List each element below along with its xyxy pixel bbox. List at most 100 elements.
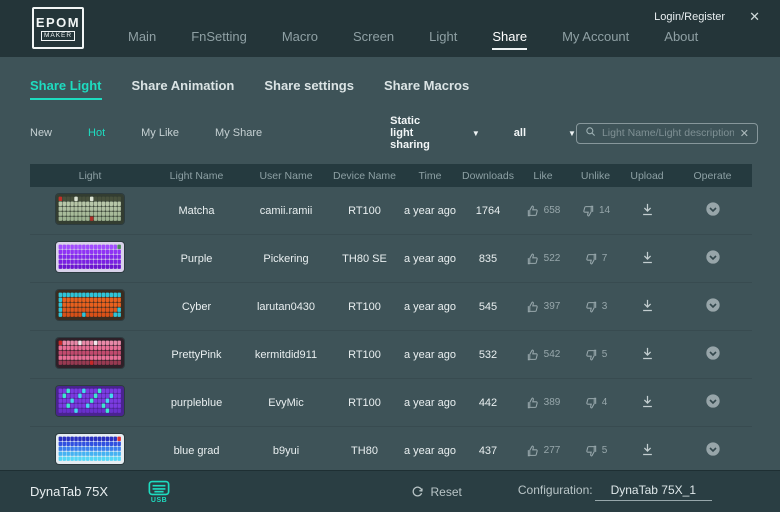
search-input[interactable]	[602, 127, 734, 139]
epomaker-logo: EPOM MAKER	[32, 7, 84, 49]
operate-expand-button[interactable]	[705, 441, 721, 457]
filter-hot[interactable]: Hot	[88, 127, 105, 139]
thumbs-up-icon	[526, 252, 540, 266]
light-preview-thumbnail	[56, 290, 124, 320]
nav-item-light[interactable]: Light	[429, 29, 457, 50]
thumbs-down-icon	[584, 252, 598, 266]
unlike-button[interactable]: 4	[570, 396, 621, 410]
table-row[interactable]: Purple Pickering TH80 SE a year ago 835 …	[30, 235, 752, 283]
download-icon[interactable]	[640, 202, 655, 217]
like-button[interactable]: 542	[516, 348, 570, 362]
table-row[interactable]: blue grad b9yui TH80 a year ago 437 277 …	[30, 427, 752, 475]
download-icon[interactable]	[640, 346, 655, 361]
downloads-count: 1764	[460, 205, 516, 217]
column-header-operate: Operate	[673, 170, 752, 182]
device-filter-dropdown[interactable]: all ▼	[514, 127, 576, 139]
like-button[interactable]: 658	[516, 204, 570, 218]
table-row[interactable]: Cyber larutan0430 RT100 a year ago 545 3…	[30, 283, 752, 331]
table-row[interactable]: PrettyPink kermitdid911 RT100 a year ago…	[30, 331, 752, 379]
nav-item-fnsetting[interactable]: FnSetting	[191, 29, 247, 50]
nav-item-share[interactable]: Share	[492, 29, 527, 50]
unlike-button[interactable]: 14	[570, 204, 621, 218]
thumbs-down-icon	[584, 444, 598, 458]
usb-label: USB	[151, 497, 167, 504]
share-tabs: Share Light Share Animation Share settin…	[30, 78, 750, 100]
like-button[interactable]: 277	[516, 444, 570, 458]
clear-search-icon[interactable]: ✕	[740, 127, 749, 140]
download-icon[interactable]	[640, 394, 655, 409]
download-icon[interactable]	[640, 442, 655, 457]
configuration-label: Configuration:	[518, 483, 593, 497]
thumbs-up-icon	[526, 396, 540, 410]
device-name: RT100	[329, 349, 400, 361]
filter-my-share[interactable]: My Share	[215, 127, 262, 139]
like-count: 542	[544, 349, 561, 360]
like-button[interactable]: 389	[516, 396, 570, 410]
column-header-like: Like	[516, 170, 570, 182]
connected-device-name: DynaTab 75X	[30, 484, 108, 499]
logo-text: EPOM	[36, 16, 80, 29]
thumbs-down-icon	[584, 300, 598, 314]
like-button[interactable]: 397	[516, 300, 570, 314]
column-header-device-name: Device Name	[329, 170, 400, 182]
close-icon[interactable]: ✕	[749, 10, 760, 23]
tab-share-animation[interactable]: Share Animation	[132, 78, 235, 100]
downloads-count: 532	[460, 349, 516, 361]
unlike-count: 7	[602, 253, 608, 264]
operate-expand-button[interactable]	[705, 345, 721, 361]
device-filter-dropdown-value: all	[514, 127, 526, 139]
table-row[interactable]: Matcha camii.ramii RT100 a year ago 1764…	[30, 187, 752, 235]
unlike-button[interactable]: 3	[570, 300, 621, 314]
device-name: RT100	[329, 301, 400, 313]
login-register-link[interactable]: Login/Register	[654, 11, 725, 23]
unlike-button[interactable]: 5	[570, 348, 621, 362]
reset-button[interactable]: Reset	[411, 485, 462, 499]
like-count: 389	[544, 397, 561, 408]
tab-share-macros[interactable]: Share Macros	[384, 78, 469, 100]
light-preview-thumbnail	[56, 434, 124, 464]
unlike-button[interactable]: 5	[570, 444, 621, 458]
nav-item-my-account[interactable]: My Account	[562, 29, 629, 50]
user-name: b9yui	[243, 445, 329, 457]
like-button[interactable]: 522	[516, 252, 570, 266]
light-type-dropdown[interactable]: Static light sharing ▼	[390, 115, 480, 151]
like-count: 277	[544, 445, 561, 456]
unlike-count: 5	[602, 445, 608, 456]
operate-expand-button[interactable]	[705, 297, 721, 313]
tab-share-light[interactable]: Share Light	[30, 78, 102, 100]
download-icon[interactable]	[640, 298, 655, 313]
thumbs-down-icon	[584, 396, 598, 410]
configuration-value[interactable]: DynaTab 75X_1	[595, 483, 712, 501]
filter-new[interactable]: New	[30, 127, 52, 139]
user-name: camii.ramii	[243, 205, 329, 217]
operate-expand-button[interactable]	[705, 201, 721, 217]
filter-my-like[interactable]: My Like	[141, 127, 179, 139]
downloads-count: 545	[460, 301, 516, 313]
nav-item-macro[interactable]: Macro	[282, 29, 318, 50]
nav-item-about[interactable]: About	[664, 29, 698, 50]
logo-subtext: MAKER	[41, 31, 75, 41]
unlike-button[interactable]: 7	[570, 252, 621, 266]
time: a year ago	[400, 397, 460, 409]
table-row[interactable]: purpleblue EvyMic RT100 a year ago 442 3…	[30, 379, 752, 427]
nav-item-screen[interactable]: Screen	[353, 29, 394, 50]
unlike-count: 5	[602, 349, 608, 360]
keyboard-icon	[148, 480, 170, 496]
thumbs-up-icon	[526, 300, 540, 314]
user-name: EvyMic	[243, 397, 329, 409]
operate-expand-button[interactable]	[705, 249, 721, 265]
download-icon[interactable]	[640, 250, 655, 265]
time: a year ago	[400, 445, 460, 457]
user-name: larutan0430	[243, 301, 329, 313]
time: a year ago	[400, 301, 460, 313]
usb-connection-indicator: USB	[148, 480, 170, 504]
nav-item-main[interactable]: Main	[128, 29, 156, 50]
tab-share-settings[interactable]: Share settings	[264, 78, 354, 100]
column-header-time: Time	[400, 170, 460, 182]
column-header-user-name: User Name	[243, 170, 329, 182]
thumbs-up-icon	[526, 348, 540, 362]
user-name: Pickering	[243, 253, 329, 265]
search-icon	[585, 126, 596, 140]
device-name: RT100	[329, 205, 400, 217]
operate-expand-button[interactable]	[705, 393, 721, 409]
